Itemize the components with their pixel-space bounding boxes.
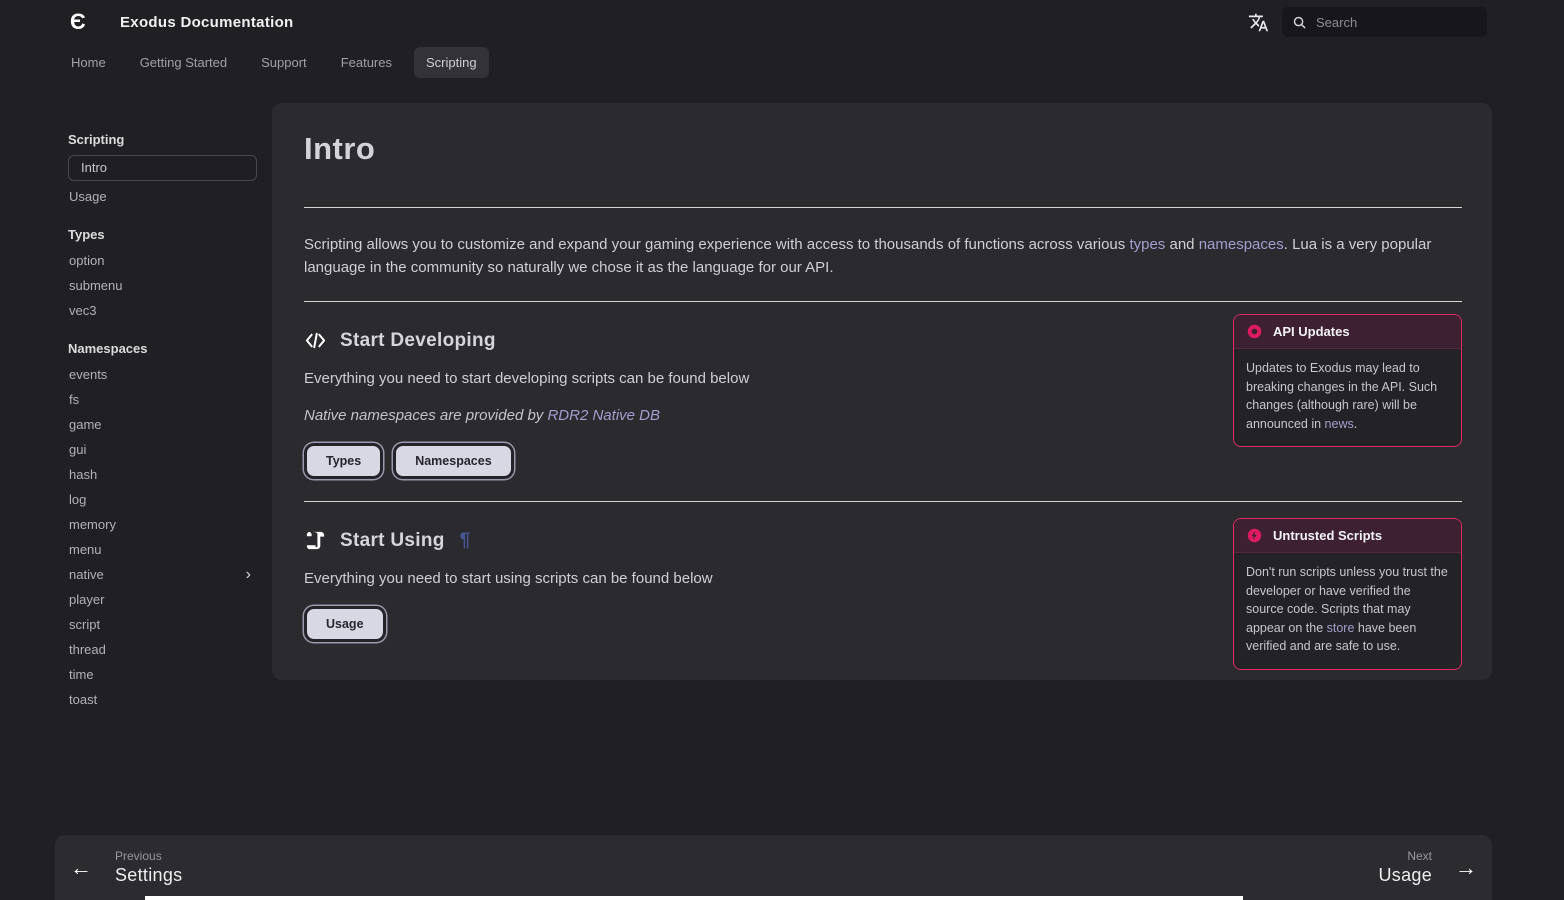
store-link[interactable]: store bbox=[1327, 621, 1355, 635]
divider bbox=[304, 501, 1462, 502]
next-label: Next bbox=[1378, 849, 1432, 863]
sidebar-item-label: native bbox=[69, 562, 104, 587]
section-title: Start Using bbox=[340, 530, 445, 552]
callout-header: Untrusted Scripts bbox=[1234, 519, 1461, 553]
scroll-icon bbox=[304, 529, 327, 552]
sidebar-section-types: Types option submenu vec3 bbox=[68, 222, 257, 323]
arrow-left-icon: ← bbox=[70, 855, 92, 881]
callout-body: Updates to Exodus may lead to breaking c… bbox=[1234, 349, 1461, 446]
site-title: Exodus Documentation bbox=[120, 14, 294, 31]
sidebar-item-log[interactable]: log bbox=[68, 487, 257, 512]
search-box[interactable] bbox=[1282, 7, 1487, 37]
sidebar-item-vec3[interactable]: vec3 bbox=[68, 298, 257, 323]
main-nav: Home Getting Started Support Features Sc… bbox=[0, 44, 1564, 80]
callout-title: API Updates bbox=[1273, 324, 1350, 339]
sidebar-item-menu[interactable]: menu bbox=[68, 537, 257, 562]
sidebar-section-title: Scripting bbox=[68, 127, 257, 153]
sidebar: Scripting Intro Usage Types option subme… bbox=[68, 127, 257, 725]
intro-text: Scripting allows you to customize and ex… bbox=[304, 236, 1129, 253]
sidebar-item-hash[interactable]: hash bbox=[68, 462, 257, 487]
types-button[interactable]: Types bbox=[304, 443, 383, 479]
code-brackets-icon bbox=[304, 329, 327, 352]
sidebar-item-events[interactable]: events bbox=[68, 362, 257, 387]
callout-body: Don't run scripts unless you trust the d… bbox=[1234, 553, 1461, 669]
namespaces-button[interactable]: Namespaces bbox=[393, 443, 513, 479]
sidebar-section-scripting: Scripting Intro Usage bbox=[68, 127, 257, 209]
translate-icon[interactable] bbox=[1246, 10, 1270, 34]
api-updates-callout: API Updates Updates to Exodus may lead t… bbox=[1233, 314, 1462, 447]
previous-page-title: Settings bbox=[115, 865, 182, 886]
sidebar-section-title: Namespaces bbox=[68, 336, 257, 362]
header-top-row: Є Exodus Documentation bbox=[0, 0, 1564, 44]
usage-button[interactable]: Usage bbox=[304, 606, 386, 642]
sidebar-item-fs[interactable]: fs bbox=[68, 387, 257, 412]
sidebar-item-usage[interactable]: Usage bbox=[68, 184, 257, 209]
start-developing-buttons: Types Namespaces bbox=[304, 443, 1460, 479]
danger-bolt-icon bbox=[1246, 527, 1263, 544]
search-icon bbox=[1292, 15, 1307, 30]
intro-text: and bbox=[1165, 236, 1198, 253]
nav-item-features[interactable]: Features bbox=[329, 47, 404, 78]
next-page-title: Usage bbox=[1378, 865, 1432, 886]
anchor-link-icon[interactable]: ¶ bbox=[460, 530, 471, 552]
exodus-logo-icon[interactable]: Є bbox=[70, 9, 94, 35]
sidebar-item-script[interactable]: script bbox=[68, 612, 257, 637]
callout-text: . bbox=[1354, 417, 1357, 431]
chevron-right-icon: › bbox=[246, 563, 251, 587]
section-title: Start Developing bbox=[340, 330, 496, 352]
sidebar-section-namespaces: Namespaces events fs game gui hash log m… bbox=[68, 336, 257, 712]
sidebar-item-memory[interactable]: memory bbox=[68, 512, 257, 537]
sidebar-item-player[interactable]: player bbox=[68, 587, 257, 612]
sidebar-item-submenu[interactable]: submenu bbox=[68, 273, 257, 298]
next-page-link[interactable]: Next Usage → bbox=[1378, 849, 1477, 886]
types-link[interactable]: types bbox=[1129, 236, 1165, 253]
previous-label: Previous bbox=[115, 849, 182, 863]
nav-item-support[interactable]: Support bbox=[249, 47, 319, 78]
intro-paragraph: Scripting allows you to customize and ex… bbox=[304, 233, 1462, 279]
divider bbox=[304, 301, 1462, 302]
footer-pager: ← Previous Settings Next Usage → bbox=[55, 835, 1492, 900]
nav-item-home[interactable]: Home bbox=[59, 47, 118, 78]
sidebar-item-thread[interactable]: thread bbox=[68, 637, 257, 662]
sidebar-item-native[interactable]: native › bbox=[68, 562, 257, 587]
content-card: Intro Scripting allows you to customize … bbox=[272, 103, 1492, 680]
sidebar-section-title: Types bbox=[68, 222, 257, 248]
rdr2-native-db-link[interactable]: RDR2 Native DB bbox=[547, 407, 660, 424]
divider bbox=[304, 207, 1462, 208]
namespaces-link[interactable]: namespaces bbox=[1199, 236, 1284, 253]
search-input[interactable] bbox=[1316, 15, 1466, 30]
sidebar-item-gui[interactable]: gui bbox=[68, 437, 257, 462]
sidebar-item-toast[interactable]: toast bbox=[68, 687, 257, 712]
nav-item-scripting[interactable]: Scripting bbox=[414, 47, 489, 78]
header: Є Exodus Documentation Home Getting Star… bbox=[0, 0, 1564, 86]
untrusted-scripts-callout: Untrusted Scripts Don't run scripts unle… bbox=[1233, 518, 1462, 670]
callout-header: API Updates bbox=[1234, 315, 1461, 349]
arrow-right-icon: → bbox=[1455, 855, 1477, 881]
note-text: Native namespaces are provided by bbox=[304, 407, 547, 424]
badge-seal-icon bbox=[1246, 323, 1263, 340]
sidebar-item-game[interactable]: game bbox=[68, 412, 257, 437]
sidebar-item-option[interactable]: option bbox=[68, 248, 257, 273]
previous-page-link[interactable]: ← Previous Settings bbox=[70, 849, 182, 886]
page-title: Intro bbox=[304, 131, 1460, 167]
news-link[interactable]: news bbox=[1325, 417, 1354, 431]
bottom-scrollbar[interactable] bbox=[145, 896, 1243, 900]
nav-item-getting-started[interactable]: Getting Started bbox=[128, 47, 239, 78]
sidebar-item-time[interactable]: time bbox=[68, 662, 257, 687]
sidebar-item-intro[interactable]: Intro bbox=[68, 155, 257, 181]
callout-title: Untrusted Scripts bbox=[1273, 528, 1382, 543]
